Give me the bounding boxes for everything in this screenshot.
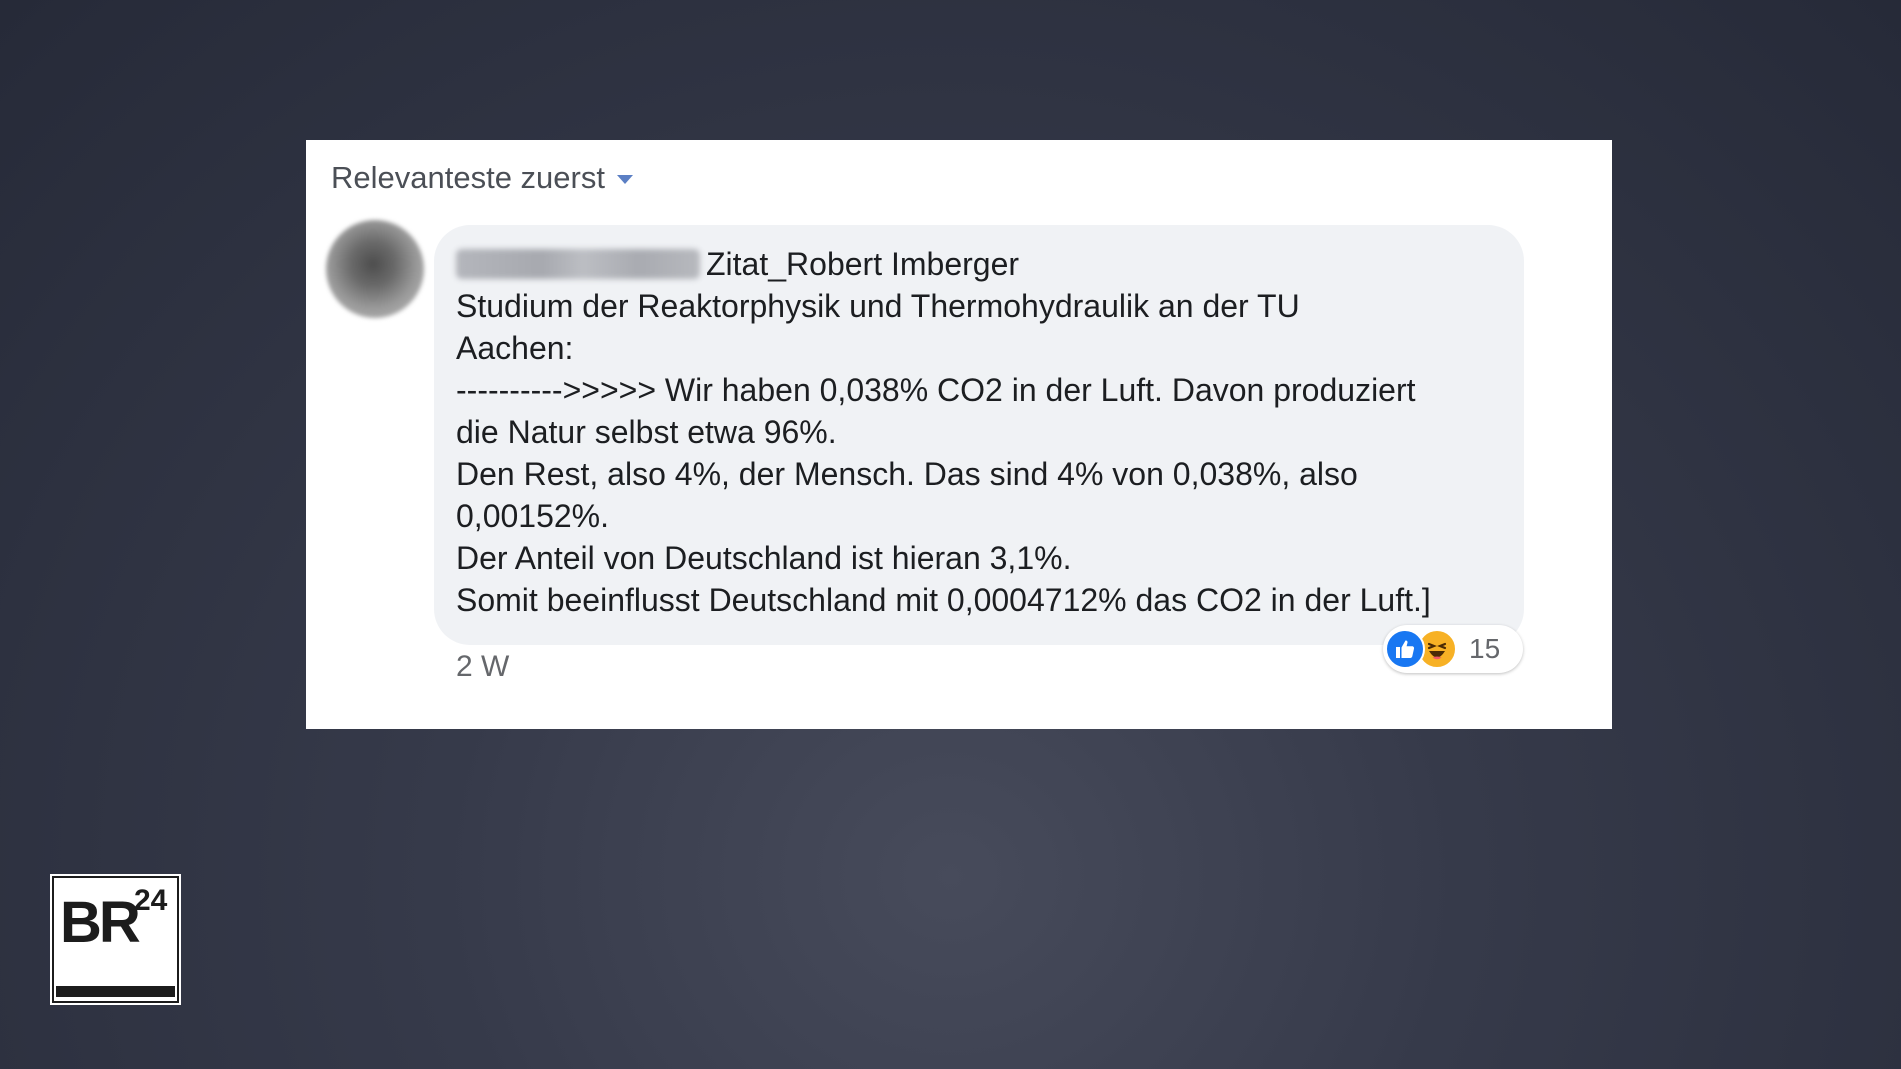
comment-text: Zitat_Robert Imberger Studium der Reakto… — [456, 243, 1508, 621]
quote-label: Zitat_Robert Imberger — [706, 246, 1020, 282]
comment-bubble: Zitat_Robert Imberger Studium der Reakto… — [434, 225, 1524, 645]
comment-line: Den Rest, also 4%, der Mensch. Das sind … — [456, 456, 1358, 492]
reactions-summary[interactable]: 15 — [1383, 625, 1523, 673]
comment-line: Aachen: — [456, 330, 574, 366]
comments-panel: Relevanteste zuerst Zitat_Robert Imberge… — [306, 140, 1612, 729]
comment-line: die Natur selbst etwa 96%. — [456, 414, 837, 450]
comment-line: Der Anteil von Deutschland ist hieran 3,… — [456, 540, 1072, 576]
caret-down-icon — [616, 175, 633, 184]
comment-line: 0,00152%. — [456, 498, 610, 534]
sort-dropdown[interactable]: Relevanteste zuerst — [331, 160, 633, 196]
reaction-count: 15 — [1469, 633, 1501, 664]
comment-timestamp[interactable]: 2 W — [456, 650, 509, 684]
comment-line: ---------->>>>> Wir haben 0,038% CO2 in … — [456, 372, 1416, 408]
like-icon — [1385, 629, 1425, 669]
avatar[interactable] — [326, 220, 424, 318]
br24-logo: BR 24 — [50, 874, 181, 1005]
author-name-blurred[interactable] — [456, 248, 700, 279]
svg-text:BR: BR — [60, 890, 140, 955]
comment-line: Somit beeinflusst Deutschland mit 0,0004… — [456, 582, 1431, 618]
sort-label: Relevanteste zuerst — [331, 160, 605, 195]
comment-line: Studium der Reaktorphysik und Thermohydr… — [456, 288, 1300, 324]
comment-header-line: Zitat_Robert Imberger — [456, 243, 1508, 285]
svg-text:24: 24 — [134, 884, 168, 917]
